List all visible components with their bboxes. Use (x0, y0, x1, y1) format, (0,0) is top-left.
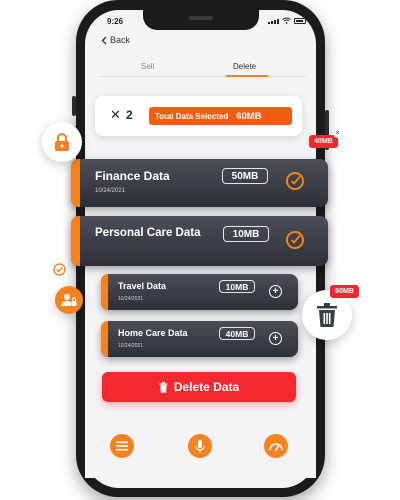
card-accent (101, 274, 108, 310)
status-icons (268, 17, 306, 24)
card-size-badge: 10MB (223, 226, 269, 242)
delete-data-button[interactable]: Delete Data (102, 372, 296, 402)
menu-button[interactable] (110, 434, 134, 458)
trash-icon (317, 303, 337, 327)
wifi-icon (282, 17, 291, 24)
data-card-personal-care[interactable]: Personal Care Data 10MB (71, 216, 328, 266)
signal-icon (268, 19, 279, 24)
status-time: 9:26 (107, 17, 124, 26)
checkmark-circle-icon[interactable] (286, 231, 304, 249)
card-date: 10/24/2021 (118, 296, 144, 302)
total-selected-label: Total Data Selected (155, 111, 229, 121)
notch-speaker (189, 16, 213, 20)
tab-sell[interactable]: Sell (141, 62, 154, 71)
trash-icon (159, 381, 168, 393)
back-button[interactable]: Back (101, 35, 130, 45)
tab-delete[interactable]: Delete (233, 62, 256, 71)
card-date: 10/24/2021 (95, 188, 126, 194)
back-label: Back (110, 35, 131, 45)
card-size-badge: 40MB (219, 327, 255, 340)
close-icon[interactable]: × (333, 129, 342, 138)
card-title: Personal Care Data (95, 227, 201, 239)
card-title: Home Care Data (118, 328, 188, 338)
total-selected-size: 60MB (236, 110, 262, 122)
card-size-badge: 50MB (222, 168, 268, 184)
phone-side-button (72, 96, 76, 116)
microphone-button[interactable] (188, 434, 212, 458)
card-accent (71, 159, 80, 207)
user-lock-icon (61, 294, 77, 306)
add-circle-icon[interactable]: + (269, 285, 282, 298)
total-selected-pill: Total Data Selected 60MB (149, 107, 292, 125)
checkmark-circle-icon[interactable] (286, 172, 304, 190)
user-lock-badge (55, 286, 83, 314)
delete-data-label: Delete Data (173, 380, 240, 394)
active-tab-indicator (226, 75, 268, 77)
menu-icon (116, 441, 128, 451)
tabs-divider (98, 76, 306, 77)
card-accent (101, 321, 108, 357)
lock-badge (42, 122, 82, 162)
add-circle-icon[interactable]: + (269, 332, 282, 345)
data-card-finance[interactable]: Finance Data 10/24/2021 50MB (71, 159, 328, 207)
card-date: 10/24/2021 (118, 343, 144, 349)
card-accent (71, 216, 80, 266)
check-icon (53, 263, 66, 276)
microphone-icon (195, 439, 205, 452)
data-card-home-care[interactable]: Home Care Data 10/24/2021 40MB + (101, 321, 298, 357)
chevron-left-icon (101, 36, 107, 44)
selection-count: 2 (126, 108, 133, 122)
speedometer-icon (269, 443, 283, 451)
card-title: Finance Data (95, 169, 170, 183)
battery-icon (294, 18, 306, 24)
data-card-travel[interactable]: Travel Data 10/24/2021 10MB + (101, 274, 298, 310)
card-size-badge: 10MB (219, 280, 255, 293)
card-title: Travel Data (118, 281, 167, 291)
lock-icon (55, 133, 69, 151)
trash-size-badge: 60MB (330, 285, 359, 298)
speedometer-button[interactable] (264, 434, 288, 458)
clear-selection-icon[interactable]: ✕ (110, 107, 121, 123)
phone-notch (143, 10, 259, 30)
